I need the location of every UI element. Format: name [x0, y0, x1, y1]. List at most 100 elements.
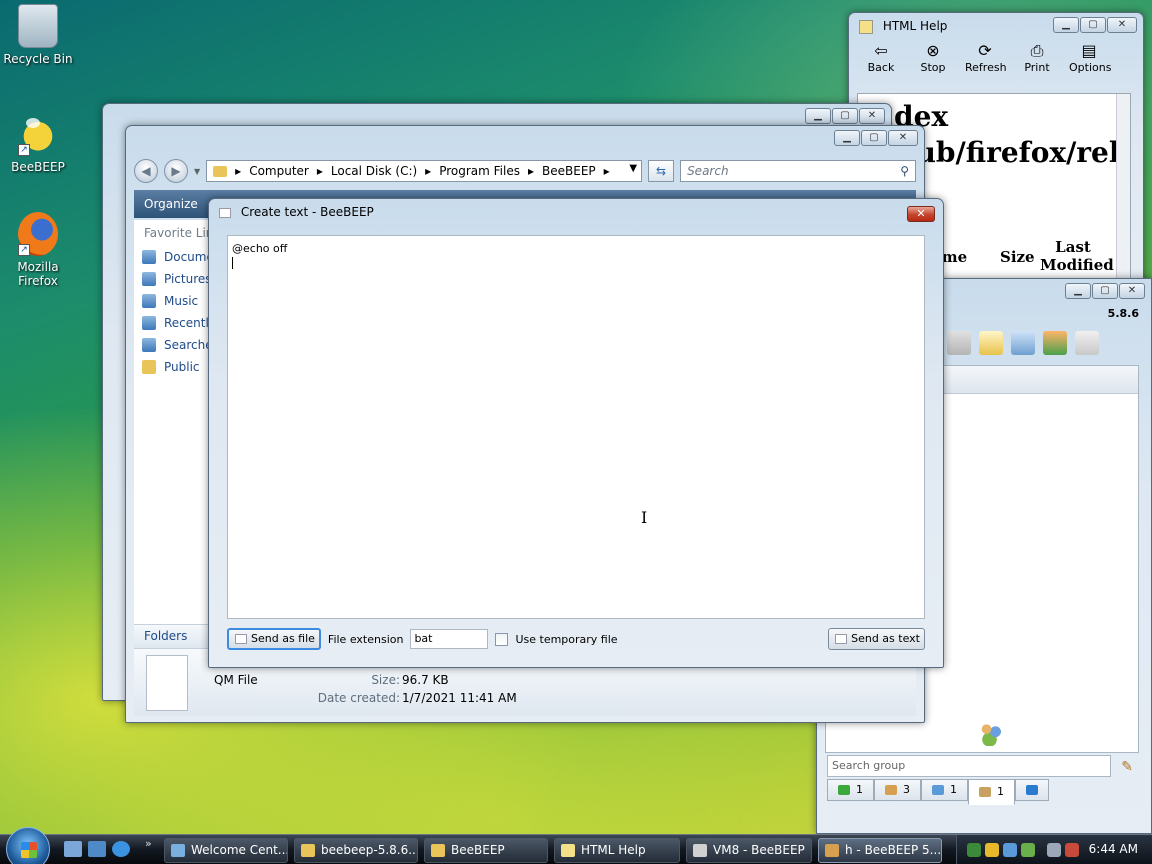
help-heading-line-2: pub/firefox/rele	[896, 136, 1131, 169]
switch-windows-icon[interactable]	[88, 841, 106, 857]
task-label: VM8 - BeeBEEP	[713, 843, 805, 857]
breadcrumb-local-disk[interactable]: Local Disk (C:)	[331, 164, 417, 178]
stop-button[interactable]: ⊗ Stop	[913, 41, 953, 74]
close-button[interactable]: ✕	[1107, 17, 1137, 33]
close-button[interactable]: ✕	[907, 206, 935, 222]
tray-app-icon-2[interactable]	[1021, 843, 1035, 857]
task-vm8-beebeep[interactable]: VM8 - BeeBEEP	[686, 838, 812, 863]
task-html-help[interactable]: HTML Help	[554, 838, 680, 863]
crumb-separator: ▸	[425, 164, 432, 178]
dialog-titlebar[interactable]: Create text - BeeBEEP ✕	[209, 199, 943, 225]
folder-icon[interactable]	[947, 331, 971, 355]
forward-button[interactable]: ▶	[164, 159, 188, 183]
refresh-button[interactable]: ⟳ Refresh	[965, 41, 1007, 74]
security-shield-icon[interactable]	[985, 843, 999, 857]
chat-icon	[838, 785, 850, 795]
clock[interactable]: 6:44 AM	[1089, 842, 1138, 856]
minimize-button[interactable]: ▁	[1065, 283, 1091, 299]
tab-network[interactable]	[1015, 779, 1049, 801]
clear-search-icon[interactable]: ✎	[1121, 759, 1133, 775]
beebeep-desktop-icon[interactable]: ↗ BeeBEEP	[0, 112, 76, 174]
task-beebeep-explorer[interactable]: BeeBEEP	[424, 838, 548, 863]
beebeep-toolbar	[947, 331, 1099, 355]
folder-icon	[301, 844, 315, 857]
trash-icon[interactable]	[1075, 331, 1099, 355]
history-dropdown[interactable]: ▼	[194, 167, 200, 176]
help-col-last-modified: Last Modified	[1040, 238, 1114, 274]
print-button[interactable]: ⎙ Print	[1017, 41, 1057, 74]
task-beebeep-folder[interactable]: beebeep-5.8.6...	[294, 838, 418, 863]
tray-app-icon[interactable]	[967, 843, 981, 857]
back-button[interactable]: ◀	[134, 159, 158, 183]
file-extension-input[interactable]: bat	[410, 629, 489, 649]
recycle-bin-icon[interactable]: Recycle Bin	[0, 4, 76, 66]
task-label: BeeBEEP	[451, 843, 505, 857]
tab-messages[interactable]: 1	[921, 779, 968, 801]
task-beebeep-main[interactable]: h - BeeBEEP 5....	[818, 838, 942, 863]
users-icon	[979, 787, 991, 797]
back-button[interactable]: ⇦ Back	[861, 41, 901, 74]
send-as-file-button[interactable]: Send as file	[227, 628, 321, 650]
sidebar-item-label: Public	[164, 360, 200, 374]
tab-users[interactable]: 1	[968, 779, 1015, 805]
show-desktop-icon[interactable]	[64, 841, 82, 857]
search-group-input[interactable]: Search group	[827, 755, 1111, 777]
address-bar[interactable]: ▸ Computer ▸ Local Disk (C:) ▸ Program F…	[206, 160, 643, 182]
tools-icon[interactable]	[1011, 331, 1035, 355]
close-button[interactable]: ✕	[859, 108, 885, 124]
minimize-button[interactable]: ▁	[805, 108, 831, 124]
explorer-search-input[interactable]: Search ⚲	[680, 160, 917, 182]
breadcrumb-program-files[interactable]: Program Files	[439, 164, 520, 178]
tab-groups[interactable]: 3	[874, 779, 921, 801]
tab-chats[interactable]: 1	[827, 779, 874, 801]
help-titlebar[interactable]: HTML Help ▁ ▢ ✕	[849, 13, 1143, 39]
network-icon	[1026, 785, 1038, 795]
start-button[interactable]	[6, 827, 50, 864]
users-icon	[976, 720, 1006, 746]
music-icon	[142, 294, 156, 308]
options-icon: ▤	[1081, 41, 1097, 60]
transfer-icon[interactable]	[1043, 331, 1067, 355]
system-tray: 6:44 AM	[956, 835, 1152, 864]
trash-icon	[18, 4, 58, 48]
dialog-title: Create text - BeeBEEP	[240, 205, 374, 219]
maximize-button[interactable]: ▢	[861, 130, 887, 146]
edit-icon[interactable]	[979, 331, 1003, 355]
volume-muted-icon[interactable]	[1065, 843, 1079, 857]
breadcrumb-computer[interactable]: Computer	[249, 164, 309, 178]
beebeep-desktop-label: BeeBEEP	[11, 160, 65, 174]
recycle-bin-label: Recycle Bin	[3, 52, 73, 66]
network-icon[interactable]	[1003, 843, 1017, 857]
send-as-text-button[interactable]: Send as text	[828, 628, 925, 650]
bee-icon	[825, 844, 839, 857]
app-icon	[693, 844, 707, 857]
firefox-desktop-icon[interactable]: ↗ Mozilla Firefox	[0, 212, 76, 288]
breadcrumb-beebeep[interactable]: BeeBEEP	[542, 164, 596, 178]
back-label: Back	[867, 61, 895, 74]
text-cursor-icon: I	[641, 508, 648, 527]
task-welcome-center[interactable]: Welcome Cent...	[164, 838, 288, 863]
minimize-button[interactable]: ▁	[1053, 17, 1079, 33]
display-icon[interactable]	[1047, 843, 1061, 857]
date-created-label: Date created:	[317, 691, 400, 705]
organize-button[interactable]: Organize	[144, 197, 198, 211]
maximize-button[interactable]: ▢	[1080, 17, 1106, 33]
task-label: beebeep-5.8.6...	[321, 843, 418, 857]
explorer-navbar: ◀ ▶ ▼ ▸ Computer ▸ Local Disk (C:) ▸ Pro…	[134, 156, 917, 186]
use-temporary-file-checkbox[interactable]	[495, 632, 509, 646]
close-button[interactable]: ✕	[888, 130, 918, 146]
internet-explorer-icon[interactable]	[112, 841, 130, 857]
close-button[interactable]: ✕	[1119, 283, 1145, 299]
maximize-button[interactable]: ▢	[1092, 283, 1118, 299]
refresh-button[interactable]: ⇆	[648, 160, 675, 182]
minimize-button[interactable]: ▁	[834, 130, 860, 146]
text-editor[interactable]: @echo off	[227, 235, 925, 619]
options-button[interactable]: ▤ Options	[1069, 41, 1111, 74]
search-icon: ⚲	[900, 164, 910, 178]
recent-icon	[142, 316, 156, 330]
explorer-titlebar[interactable]: ▁ ▢ ✕	[126, 126, 924, 152]
bee-icon: ↗	[18, 112, 58, 156]
address-dropdown-icon[interactable]: ▼	[629, 163, 637, 174]
quick-launch-chevron[interactable]: »	[145, 837, 152, 850]
maximize-button[interactable]: ▢	[832, 108, 858, 124]
